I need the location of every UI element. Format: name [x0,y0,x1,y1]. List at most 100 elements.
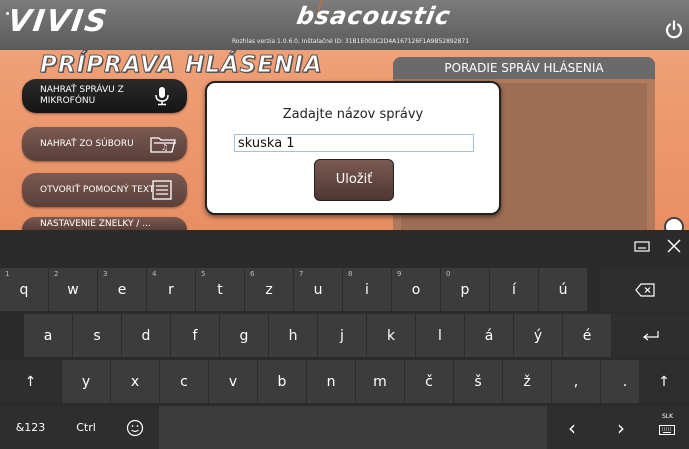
enter-icon [642,330,659,340]
record-microphone-button[interactable]: NAHRAŤ SPRÁVU Z MIKROFÓNU [22,79,187,113]
space-key[interactable] [159,406,547,449]
key-row1-5[interactable]: z6 [245,268,293,311]
key-row1-7[interactable]: i8 [343,268,391,311]
save-button[interactable]: Uložiť [314,159,394,201]
key-row1-1[interactable]: w2 [49,268,97,311]
key-number-hint: 4 [152,270,157,278]
keyboard-icon [659,425,675,435]
shift-right-key[interactable]: ↑ [639,360,689,403]
symbols-key-label: &123 [15,421,46,434]
key-row2-3[interactable]: f [171,314,219,357]
key-label: g [239,327,249,344]
key-row2-1[interactable]: s [73,314,121,357]
key-label: y [81,373,91,390]
key-row3-3[interactable]: v [209,360,257,403]
key-row3-5[interactable]: n [307,360,355,403]
key-row3-1[interactable]: x [111,360,159,403]
app-window: VIVIS bsacoustic Rozhlas verzia 1.0.6.0,… [0,0,689,237]
open-helper-text-button[interactable]: OTVORIŤ POMOCNÝ TEXT [22,173,187,207]
key-label: á [484,327,494,344]
key-row3-7[interactable]: č [405,360,453,403]
key-row2-2[interactable]: d [122,314,170,357]
key-label: a [43,327,53,344]
record-microphone-label: NAHRAŤ SPRÁVU Z MIKROFÓNU [40,85,124,106]
shift-left-key[interactable]: ↑ [0,360,61,403]
slk-label: SLK [661,413,674,420]
key-row1-4[interactable]: t5 [196,268,244,311]
backspace-key[interactable] [600,268,689,311]
key-row3-8[interactable]: š [454,360,502,403]
key-label: c [180,373,188,390]
key-label: n [326,373,336,390]
key-number-hint: 5 [201,270,206,278]
key-row3-0[interactable]: y [62,360,110,403]
microphone-icon [155,87,169,106]
key-row3-2[interactable]: c [160,360,208,403]
keyboard-top-bar [0,230,689,262]
key-label: ž [523,373,531,390]
key-row3-4[interactable]: b [258,360,306,403]
key-number-hint: 3 [103,270,108,278]
text-document-icon [152,180,172,200]
key-label: č [425,373,433,390]
key-row2-9[interactable]: á [465,314,513,357]
key-label: b [277,373,287,390]
key-label: ú [558,281,568,298]
key-row2-8[interactable]: l [416,314,464,357]
arrow-right-key[interactable]: › [597,406,645,449]
key-row1-10[interactable]: í [490,268,538,311]
key-label: h [288,327,298,344]
key-label: í [512,281,516,298]
key-row1-0[interactable]: q1 [0,268,48,311]
emoji-key[interactable] [111,406,158,449]
key-row2-0[interactable]: a [24,314,72,357]
key-row1-9[interactable]: p0 [441,268,489,311]
power-icon[interactable] [664,20,684,40]
key-label: ý [533,327,543,344]
key-number-hint: 6 [250,270,255,278]
touch-keyboard: q1w2e3r4t5z6u7i8o9p0 í ú a s d f g h j k l á ý é ↑ y x… [0,230,689,449]
key-row2-4[interactable]: g [220,314,268,357]
key-label: x [130,373,140,390]
key-row1-2[interactable]: e3 [98,268,146,311]
bsacoustic-logo: bsacoustic [294,2,454,30]
key-label: v [228,373,238,390]
symbols-key[interactable]: &123 [0,406,61,449]
arrow-left-key[interactable]: ‹ [548,406,596,449]
key-row2-6[interactable]: j [318,314,366,357]
key-label: š [474,373,482,390]
enter-key[interactable] [612,314,689,357]
message-queue-header: PORADIE SPRÁV HLÁSENIA [393,57,655,79]
key-row2-5[interactable]: h [269,314,317,357]
key-number-hint: 1 [5,270,10,278]
ctrl-key[interactable]: Ctrl [62,406,110,449]
upload-from-file-label: NAHRAŤ ZO SÚBORU [40,138,134,149]
backspace-icon [634,282,655,297]
jingle-settings-button[interactable]: NASTAVENIE ZNELKY / ... [22,217,187,230]
key-label: d [141,327,151,344]
key-row1-6[interactable]: u7 [294,268,342,311]
key-row1-8[interactable]: o9 [392,268,440,311]
jingle-settings-label: NASTAVENIE ZNELKY / ... [40,218,151,229]
key-row3-9[interactable]: ž [503,360,551,403]
close-icon[interactable] [664,236,684,256]
key-label: f [192,327,198,344]
ctrl-key-label: Ctrl [76,421,96,434]
key-row1-3[interactable]: r4 [147,268,195,311]
key-row2-10[interactable]: ý [514,314,562,357]
key-label: m [373,373,387,390]
key-number-hint: 0 [446,270,451,278]
upload-from-file-button[interactable]: NAHRAŤ ZO SÚBORU ♫ [22,127,187,161]
slk-key[interactable]: SLK [646,406,689,449]
key-number-hint: 9 [397,270,402,278]
message-name-input[interactable] [234,134,474,152]
key-row3-10[interactable]: , [552,360,600,403]
version-text: Rozhlas verzia 1.0.6.0, Inštalačné ID: 3… [232,38,470,45]
key-label: k [386,327,396,344]
key-row2-11[interactable]: é [563,314,611,357]
keyboard-layout-icon[interactable] [632,236,652,256]
open-helper-text-label: OTVORIŤ POMOCNÝ TEXT [40,184,155,195]
key-row1-11[interactable]: ú [539,268,587,311]
key-row2-7[interactable]: k [367,314,415,357]
key-row3-6[interactable]: m [356,360,404,403]
